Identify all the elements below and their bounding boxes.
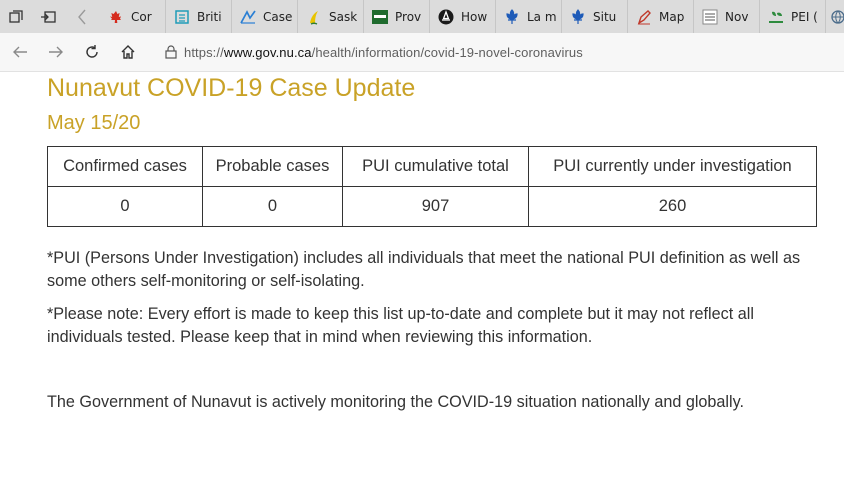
pui-cumulative-value: 907 <box>342 186 529 227</box>
back-icon[interactable] <box>4 36 36 68</box>
column-header: Confirmed cases <box>47 146 203 187</box>
tab-4[interactable]: Sask <box>298 0 364 33</box>
globe-icon <box>830 9 844 25</box>
confirmed-cases-value: 0 <box>47 186 203 227</box>
pui-current-value: 260 <box>528 186 817 227</box>
tab-title: Briti <box>197 9 222 24</box>
tab-title: PEI ( <box>791 9 818 24</box>
table-row: 0 0 907 260 <box>47 186 817 227</box>
tab-8[interactable]: Situ <box>562 0 628 33</box>
tab-7[interactable]: La m <box>496 0 562 33</box>
bc-flag-icon <box>174 9 190 25</box>
tab-title: La m <box>527 9 557 24</box>
provincial-icon <box>372 9 388 25</box>
tab-title: Map <box>659 9 685 24</box>
case-table: Confirmed cases Probable cases PUI cumul… <box>47 146 817 227</box>
lock-icon[interactable] <box>158 45 184 59</box>
tab-title: Nov <box>725 9 749 24</box>
update-date: May 15/20 <box>47 112 141 134</box>
monitoring-statement: The Government of Nunavut is actively mo… <box>47 393 745 411</box>
url-scheme: https:// <box>184 44 224 60</box>
saskatchewan-icon <box>306 9 322 25</box>
column-header: PUI currently under investigation <box>528 146 817 187</box>
ontario-trillium-icon <box>438 9 454 25</box>
refresh-icon[interactable] <box>76 36 108 68</box>
scroll-tabs-left-icon[interactable] <box>64 0 100 33</box>
tab-5[interactable]: Prov <box>364 0 430 33</box>
tab-12[interactable] <box>826 0 844 33</box>
tab-title: Situ <box>593 9 617 24</box>
tab-title: Cor <box>131 9 152 24</box>
tab-1[interactable]: Cor <box>100 0 166 33</box>
canada-flag-icon <box>108 9 124 25</box>
probable-cases-value: 0 <box>202 186 343 227</box>
map-pen-icon <box>636 9 652 25</box>
column-header: Probable cases <box>202 146 343 187</box>
tab-6[interactable]: How <box>430 0 496 33</box>
quebec-fleurdelis-icon <box>504 8 520 25</box>
page-title: Nunavut COVID-19 Case Update <box>47 74 416 102</box>
tab-title: How <box>461 9 488 24</box>
address-bar[interactable]: https://www.gov.nu.ca/health/information… <box>158 37 818 67</box>
home-icon[interactable] <box>112 36 144 68</box>
tab-9[interactable]: Map <box>628 0 694 33</box>
novascotia-icon <box>702 9 718 25</box>
url-host: www.gov.nu.ca <box>223 44 312 60</box>
column-header: PUI cumulative total <box>342 146 529 187</box>
pui-note: *PUI (Persons Under Investigation) inclu… <box>47 249 801 290</box>
forward-icon[interactable] <box>40 36 72 68</box>
table-header-row: Confirmed cases Probable cases PUI cumul… <box>47 146 817 187</box>
tab-11[interactable]: PEI ( <box>760 0 826 33</box>
tab-2[interactable]: Briti <box>166 0 232 33</box>
tab-3[interactable]: Case <box>232 0 298 33</box>
tab-actions-icon[interactable] <box>0 0 32 33</box>
quebec-fleurdelis-icon <box>570 8 586 25</box>
tab-10[interactable]: Nov <box>694 0 760 33</box>
disclaimer-note: *Please note: Every effort is made to ke… <box>47 305 754 346</box>
chart-icon <box>240 9 256 25</box>
pei-tree-icon <box>768 9 784 25</box>
set-tabs-aside-icon[interactable] <box>32 0 64 33</box>
url-text[interactable]: https://www.gov.nu.ca/health/information… <box>184 45 583 60</box>
tab-strip: Cor Briti Case Sask Prov How La m Situ M… <box>0 0 844 33</box>
navigation-bar: https://www.gov.nu.ca/health/information… <box>0 33 844 72</box>
tab-title: Sask <box>329 9 358 24</box>
tab-title: Prov <box>395 9 422 24</box>
tab-title: Case <box>263 9 293 24</box>
url-path: /health/information/covid-19-novel-coron… <box>311 44 583 60</box>
